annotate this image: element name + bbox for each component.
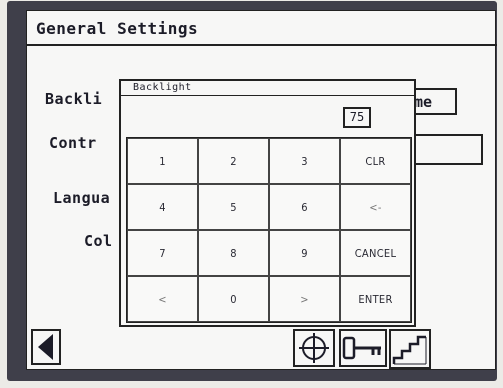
stairs-button[interactable] [389,329,431,369]
key-2[interactable]: 2 [198,138,269,184]
key-backspace[interactable]: <- [340,184,411,230]
calibrate-button[interactable] [293,329,335,367]
field-label-backlight: Backli [45,90,103,108]
key-5[interactable]: 5 [198,184,269,230]
keypad-title-divider [121,95,414,96]
field-label-contrast: Contr [49,134,97,152]
key-right[interactable]: > [269,276,340,322]
key-3[interactable]: 3 [269,138,340,184]
key-icon [342,336,381,360]
left-triangle-icon [38,334,53,360]
field-label-color: Col [84,232,113,250]
key-7[interactable]: 7 [127,230,198,276]
touch-screen: General Settings Backli Contr Langua Col… [26,10,497,370]
key-clear[interactable]: CLR [340,138,411,184]
key-9[interactable]: 9 [269,230,340,276]
back-button[interactable] [31,329,61,365]
key-6[interactable]: 6 [269,184,340,230]
key-button[interactable] [339,329,387,367]
stairs-icon [392,335,427,365]
page-title: General Settings [27,11,497,46]
key-8[interactable]: 8 [198,230,269,276]
keypad-value-display: 75 [343,107,371,128]
numeric-keypad-dialog: Backlight 75 1 2 3 CLR 4 5 6 <- 7 8 9 CA… [119,79,416,327]
keypad-grid: 1 2 3 CLR 4 5 6 <- 7 8 9 CANCEL < 0 > EN… [126,137,412,323]
key-cancel[interactable]: CANCEL [340,230,411,276]
crosshair-icon [299,333,329,363]
key-0[interactable]: 0 [198,276,269,322]
keypad-title: Backlight [133,82,192,93]
key-1[interactable]: 1 [127,138,198,184]
key-left[interactable]: < [127,276,198,322]
field-label-language: Langua [53,189,111,207]
key-4[interactable]: 4 [127,184,198,230]
key-enter[interactable]: ENTER [340,276,411,322]
device-photo: General Settings Backli Contr Langua Col… [0,0,503,388]
